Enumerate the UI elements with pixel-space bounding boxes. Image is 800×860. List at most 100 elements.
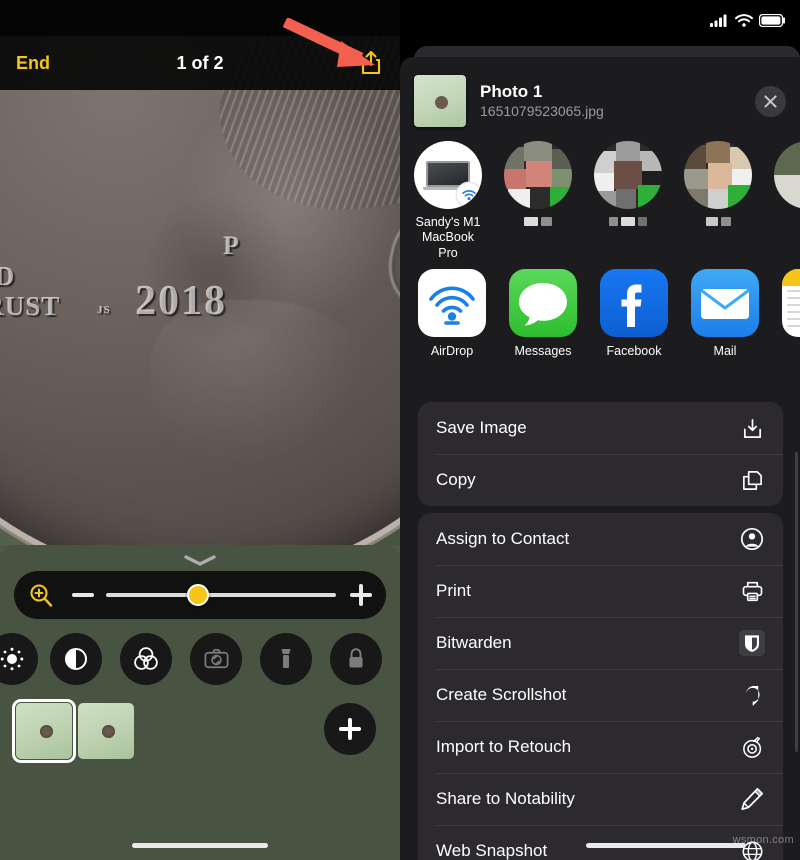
contact-avatar-blurred (504, 141, 572, 209)
action-label: Create Scrollshot (436, 685, 567, 704)
flashlight-button[interactable] (260, 633, 312, 685)
end-button[interactable]: End (0, 53, 110, 74)
airdrop-label-line1: Sandy's M1 (415, 215, 481, 229)
action-label: Copy (436, 470, 476, 489)
app-label: AirDrop (430, 344, 474, 358)
wifi-icon (735, 14, 753, 27)
plus-icon (339, 718, 361, 740)
magnifier-controls-panel (0, 545, 400, 860)
action-label: Bitwarden (436, 633, 512, 652)
close-button[interactable] (755, 85, 786, 117)
airdrop-icon (418, 269, 486, 337)
zoom-slider-bar[interactable] (14, 571, 386, 619)
save-download-icon (739, 415, 765, 441)
airdrop-label-line2: MacBook Pro (421, 230, 475, 260)
app-airdrop[interactable]: AirDrop (418, 269, 486, 358)
app-label: Facebook (606, 344, 662, 358)
brightness-button[interactable] (0, 633, 38, 685)
action-label: Print (436, 581, 471, 600)
action-row-assign-to-contact[interactable]: Assign to Contact (418, 513, 783, 565)
preview-title: Photo 1 (480, 81, 543, 101)
coin-relief-face (120, 50, 400, 470)
bitwarden-shield-icon (739, 630, 765, 656)
coin-text-designer-initials: JS (98, 305, 112, 317)
notes-icon (782, 269, 800, 337)
action-row-import-to-retouch[interactable]: Import to Retouch (418, 721, 783, 773)
share-sheet: Photo 1 1651079523065.jpg Sandy's M1 Mac… (400, 57, 800, 860)
coin-text-we-trust: WE TRUST (0, 292, 62, 322)
magnifier-plus-icon (28, 582, 58, 608)
thumbnail-2[interactable] (78, 703, 134, 759)
app-label: Mail (713, 344, 737, 358)
app-mail[interactable]: Mail (691, 269, 759, 358)
action-row-create-scrollshot[interactable]: Create Scrollshot (418, 669, 783, 721)
signal-bars-icon (710, 14, 727, 27)
action-label: Share to Notability (436, 789, 575, 808)
sheet-grabber-chevron-icon[interactable] (180, 553, 220, 567)
zoom-slider-knob[interactable] (187, 584, 209, 606)
action-group-2: Assign to Contact Print Bitwarden Create… (418, 513, 783, 860)
close-icon (764, 94, 777, 108)
page-counter: 1 of 2 (176, 52, 224, 73)
app-label: Notes (782, 344, 800, 358)
airdrop-contact-4[interactable] (774, 141, 800, 209)
sheet-scrollbar[interactable] (795, 452, 798, 752)
action-row-print[interactable]: Print (418, 565, 783, 617)
preview-thumbnail[interactable] (414, 75, 466, 127)
zoom-out-button[interactable] (72, 593, 94, 597)
coin-text-in-god: IN GOD (0, 262, 17, 292)
mail-icon (691, 269, 759, 337)
notability-pencil-icon (739, 786, 765, 812)
airdrop-device-avatar (414, 141, 482, 209)
brightness-icon (0, 647, 24, 671)
contact-label-redacted (594, 217, 662, 226)
action-row-bitwarden[interactable]: Bitwarden (418, 617, 783, 669)
screenshot-root: LIBERTY IN GOD WE TRUST 2018 P JS End 1 … (0, 0, 800, 860)
preview-texts: Photo 1 1651079523065.jpg (466, 81, 755, 121)
camera-flip-button[interactable] (190, 633, 242, 685)
add-photo-button[interactable] (324, 703, 376, 755)
magnifier-app-panel: LIBERTY IN GOD WE TRUST 2018 P JS End 1 … (0, 0, 400, 860)
action-row-share-to-notability[interactable]: Share to Notability (418, 773, 783, 825)
contact-avatar-blurred (594, 141, 662, 209)
share-sheet-panel: Photo 1 1651079523065.jpg Sandy's M1 Mac… (400, 0, 800, 860)
camera-flip-icon (204, 648, 228, 668)
airdrop-contact-1[interactable] (504, 141, 572, 226)
app-notes[interactable]: Notes (782, 269, 800, 358)
magnifier-tool-row (0, 633, 400, 689)
coin-relief-ear (380, 202, 400, 316)
airdrop-contact-3[interactable] (684, 141, 752, 226)
share-sheet-header: Photo 1 1651079523065.jpg (400, 65, 800, 137)
captured-thumbnails (12, 699, 134, 763)
status-bar (710, 14, 786, 27)
airdrop-contact-2[interactable] (594, 141, 662, 226)
airdrop-device-sandys-macbook[interactable]: Sandy's M1 MacBook Pro (414, 141, 482, 261)
contact-avatar-blurred (684, 141, 752, 209)
battery-icon (759, 14, 785, 27)
home-indicator (586, 843, 746, 848)
action-label: Assign to Contact (436, 529, 570, 548)
filters-button[interactable] (120, 633, 172, 685)
app-facebook[interactable]: Facebook (600, 269, 668, 358)
watermark: wsmon.com (732, 834, 794, 846)
zoom-in-button[interactable] (350, 584, 372, 606)
facebook-icon (600, 269, 668, 337)
action-row-copy[interactable]: Copy (418, 454, 783, 506)
lock-button[interactable] (330, 633, 382, 685)
copy-icon (739, 467, 765, 493)
contrast-icon (65, 648, 87, 670)
red-arrow-annotation (283, 18, 375, 67)
lock-icon (349, 648, 363, 668)
messages-icon (509, 269, 577, 337)
home-indicator (132, 843, 268, 848)
app-messages[interactable]: Messages (509, 269, 577, 358)
contrast-button[interactable] (50, 633, 102, 685)
airdrop-device-label: Sandy's M1 MacBook Pro (414, 215, 482, 261)
thumbnail-1[interactable] (12, 699, 76, 763)
printer-icon (739, 578, 765, 604)
zoom-slider-track[interactable] (106, 584, 336, 606)
filters-icon (134, 647, 158, 670)
contact-person-icon (739, 526, 765, 552)
action-row-save-image[interactable]: Save Image (418, 402, 783, 454)
coin-text-year: 2018 (136, 279, 228, 325)
